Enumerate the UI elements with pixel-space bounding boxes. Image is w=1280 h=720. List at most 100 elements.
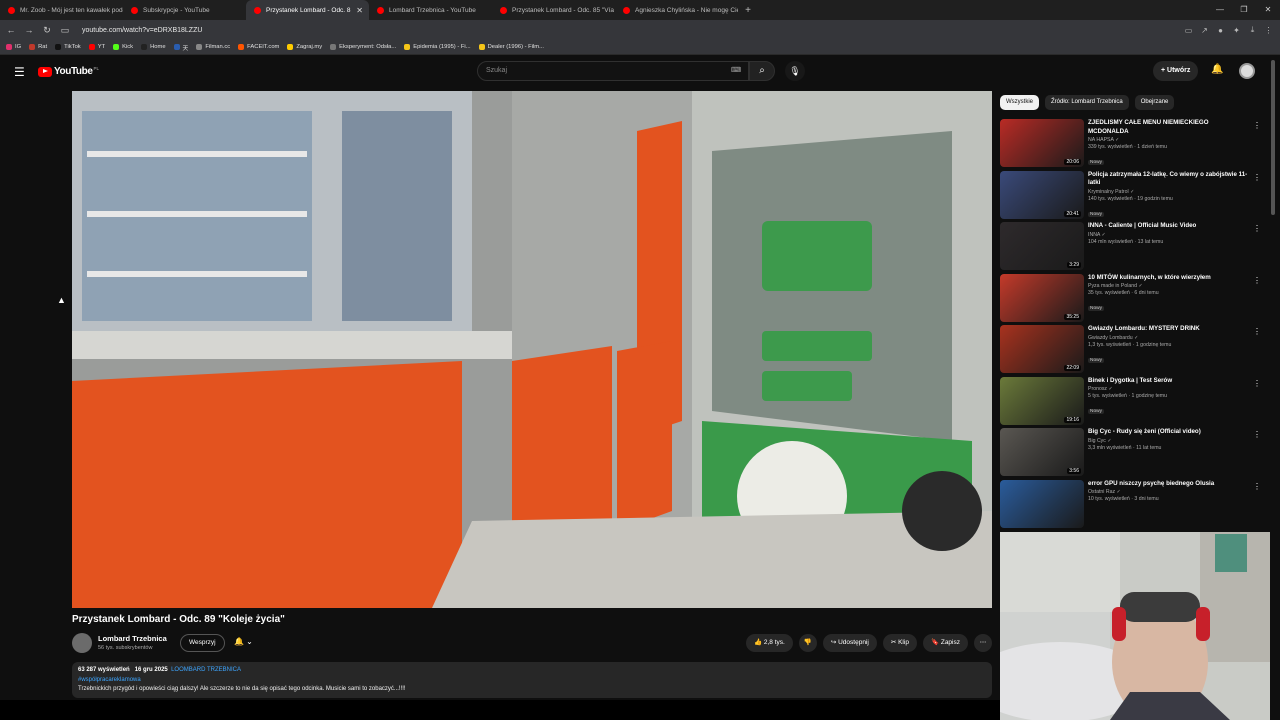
notifications-bell-icon[interactable]: 🔔 [1211, 64, 1223, 75]
screen-icon[interactable]: ▭ [1183, 26, 1194, 35]
browser-tab[interactable]: Przystanek Lombard - Odc. 8 ✕ [246, 0, 369, 20]
bookmark-item[interactable]: TikTok [55, 44, 81, 50]
browser-tab[interactable]: Agnieszka Chylińska - Nie mogę Cię [615, 0, 738, 20]
more-vertical-icon[interactable]: ⋮ [1253, 276, 1261, 285]
channel-avatar[interactable] [72, 633, 92, 653]
recommendation-item[interactable]: 22:09 Gwiazdy Lombardu: MYSTERY DRINK Gwia… [1000, 325, 1265, 377]
recommendation-item[interactable]: error GPU niszczy psychę biednego Olusia… [1000, 479, 1265, 532]
recommendation-item[interactable]: 3:29 INNA - Caliente | Official Music Vid… [1000, 222, 1265, 274]
video-description[interactable]: 63 287 wyświetleń 16 gru 2025 LOOMBARD T… [72, 662, 992, 698]
hamburger-menu-icon[interactable]: ☰ [14, 65, 25, 79]
browser-tab[interactable]: Mr. Zoob - Mój jest ten kawałek podł [0, 0, 123, 20]
recommendation-item[interactable]: 35:25 10 MITÓW kulinarnych, w które wierz… [1000, 273, 1265, 326]
bookmark-item[interactable]: 天 [173, 43, 188, 52]
video-thumbnail[interactable]: 20:41 [1000, 170, 1084, 219]
recommendation-channel[interactable]: Gwiazdy Lombardu ✓ [1088, 335, 1248, 341]
bookmark-item[interactable]: Kick [113, 44, 133, 50]
recommendation-title[interactable]: ZJEDLIŚMY CAŁE MENU NIEMIECKIEGO MCDONAL… [1088, 119, 1248, 136]
clip-button[interactable]: ✂ Klip [882, 634, 917, 652]
recommendation-item[interactable]: 20:06 ZJEDLIŚMY CAŁE MENU NIEMIECKIEGO MC… [1000, 119, 1265, 171]
hashtag-link[interactable]: #współpracareklamowa [78, 676, 986, 686]
channel-link[interactable]: LOOMBARD TRZEBNICA [171, 667, 241, 673]
maximize-icon[interactable]: ❐ [1232, 0, 1256, 20]
subscription-bell-icon[interactable]: 🔔 ⌄ [234, 637, 253, 646]
recommendation-channel[interactable]: Pyza made in Poland ✓ [1088, 283, 1248, 289]
search-button[interactable]: ⌕ [749, 61, 775, 81]
bookmark-item[interactable]: Zagraj.my [287, 44, 322, 50]
bookmark-item[interactable]: Eksperyment: Odsła... [330, 44, 396, 50]
recommendation-channel[interactable]: Ostatni Raz ✓ [1088, 489, 1248, 495]
video-thumbnail[interactable]: 19:16 [1000, 376, 1084, 425]
recommendation-channel[interactable]: Pronosz ✓ [1088, 386, 1248, 392]
keyboard-icon[interactable]: ⌨ [731, 66, 741, 74]
recommendation-title[interactable]: Big Cyc - Rudy się żeni (Official video) [1088, 428, 1248, 437]
share-page-icon[interactable]: ↗ [1199, 26, 1210, 35]
more-vertical-icon[interactable]: ⋮ [1253, 327, 1261, 336]
bookmark-item[interactable]: YT [88, 44, 105, 50]
video-thumbnail[interactable] [1000, 479, 1084, 528]
youtube-logo[interactable]: YouTube PL [38, 66, 99, 77]
forward-icon[interactable]: → [22, 25, 36, 35]
more-vertical-icon[interactable]: ⋮ [1253, 224, 1261, 233]
more-vertical-icon[interactable]: ⋮ [1253, 379, 1261, 388]
like-button[interactable]: 👍 2,8 tys. [745, 634, 793, 652]
support-button[interactable]: Wesprzyj [180, 634, 225, 652]
reload-icon[interactable]: ↻ [40, 25, 54, 36]
video-thumbnail[interactable]: 35:25 [1000, 273, 1084, 322]
voice-search-button[interactable]: 🎙 [785, 61, 805, 81]
bookmark-item[interactable]: FACEIT.com [238, 44, 279, 50]
video-thumbnail[interactable]: 3:29 [1000, 222, 1084, 270]
recommendation-channel[interactable]: NA HAPSA ✓ [1088, 137, 1248, 143]
tab-close-icon[interactable]: ✕ [356, 6, 363, 15]
menu-icon[interactable]: ⋮ [1263, 26, 1274, 35]
recommendation-title[interactable]: Binek i Dygotka | Test Serów [1088, 377, 1248, 386]
filter-chip[interactable]: Obejrzane [1134, 95, 1175, 110]
back-icon[interactable]: ← [4, 25, 18, 35]
bookmark-page-icon[interactable]: ▭ [58, 25, 72, 36]
filter-chip[interactable]: Wszystkie [1000, 95, 1039, 110]
page-scrollbar[interactable] [1271, 60, 1275, 215]
channel-name[interactable]: Lombard Trzebnica [98, 634, 167, 643]
url-field[interactable]: youtube.com/watch?v=eDRXB18LZZU [82, 27, 202, 34]
bookmark-item[interactable]: IG [6, 44, 21, 50]
recommendation-title[interactable]: Policja zatrzymała 12-latkę. Co wiemy o … [1088, 171, 1248, 188]
recommendation-item[interactable]: 19:16 Binek i Dygotka | Test Serów Pronosz… [1000, 376, 1265, 429]
video-player[interactable] [72, 91, 992, 608]
share-button[interactable]: ↪ Udostępnij [822, 634, 877, 652]
more-actions-button[interactable]: ⋯ [974, 634, 992, 652]
browser-tab[interactable]: Subskrypcje - YouTube [123, 0, 246, 20]
bookmark-item[interactable]: Epidemia (1995) - Fi... [404, 44, 471, 50]
recommendation-channel[interactable]: Kryminalny Patrol ✓ [1088, 189, 1248, 195]
dislike-button[interactable]: 👎 [798, 634, 817, 652]
video-thumbnail[interactable]: 3:56 [1000, 428, 1084, 476]
recommendation-channel[interactable]: Big Cyc ✓ [1088, 438, 1248, 444]
search-input[interactable]: Szukaj [477, 61, 749, 81]
filter-chip[interactable]: Źródło: Lombard Trzebnica [1045, 95, 1129, 110]
recommendation-title[interactable]: error GPU niszczy psychę biednego Olusia [1088, 480, 1248, 489]
bookmark-item[interactable]: Rat [29, 44, 47, 50]
new-tab-icon[interactable]: + [738, 5, 758, 16]
more-vertical-icon[interactable]: ⋮ [1253, 173, 1261, 182]
recommendation-item[interactable]: 20:41 Policja zatrzymała 12-latkę. Co wie… [1000, 170, 1265, 223]
bookmark-item[interactable]: Home [141, 44, 166, 50]
minimize-icon[interactable]: — [1208, 0, 1232, 20]
recommendation-title[interactable]: INNA - Caliente | Official Music Video [1088, 222, 1248, 231]
recommendation-title[interactable]: Gwiazdy Lombardu: MYSTERY DRINK [1088, 325, 1248, 334]
more-vertical-icon[interactable]: ⋮ [1253, 482, 1261, 491]
browser-tab[interactable]: Przystanek Lombard - Odc. 85 "Vía V [492, 0, 615, 20]
browser-tab[interactable]: Lombard Trzebnica - YouTube [369, 0, 492, 20]
bookmark-item[interactable]: Dealer (1996) - Film... [478, 44, 544, 50]
save-button[interactable]: 🔖 Zapisz [922, 634, 968, 652]
video-thumbnail[interactable]: 22:09 [1000, 325, 1084, 373]
create-button[interactable]: + Utwórz [1153, 61, 1199, 81]
more-vertical-icon[interactable]: ⋮ [1253, 430, 1261, 439]
video-thumbnail[interactable]: 20:06 [1000, 119, 1084, 167]
recommendation-channel[interactable]: INNA ✓ [1088, 232, 1248, 238]
user-avatar[interactable] [1239, 63, 1255, 79]
recommendation-item[interactable]: 3:56 Big Cyc - Rudy się żeni (Official vi… [1000, 428, 1265, 480]
close-window-icon[interactable]: ✕ [1256, 0, 1280, 20]
bookmark-item[interactable]: Filman.cc [196, 44, 230, 50]
puzzle-icon[interactable]: ✦ [1231, 26, 1242, 35]
download-icon[interactable]: ⤓ [1247, 25, 1258, 35]
extension-icon[interactable]: ● [1215, 26, 1226, 35]
